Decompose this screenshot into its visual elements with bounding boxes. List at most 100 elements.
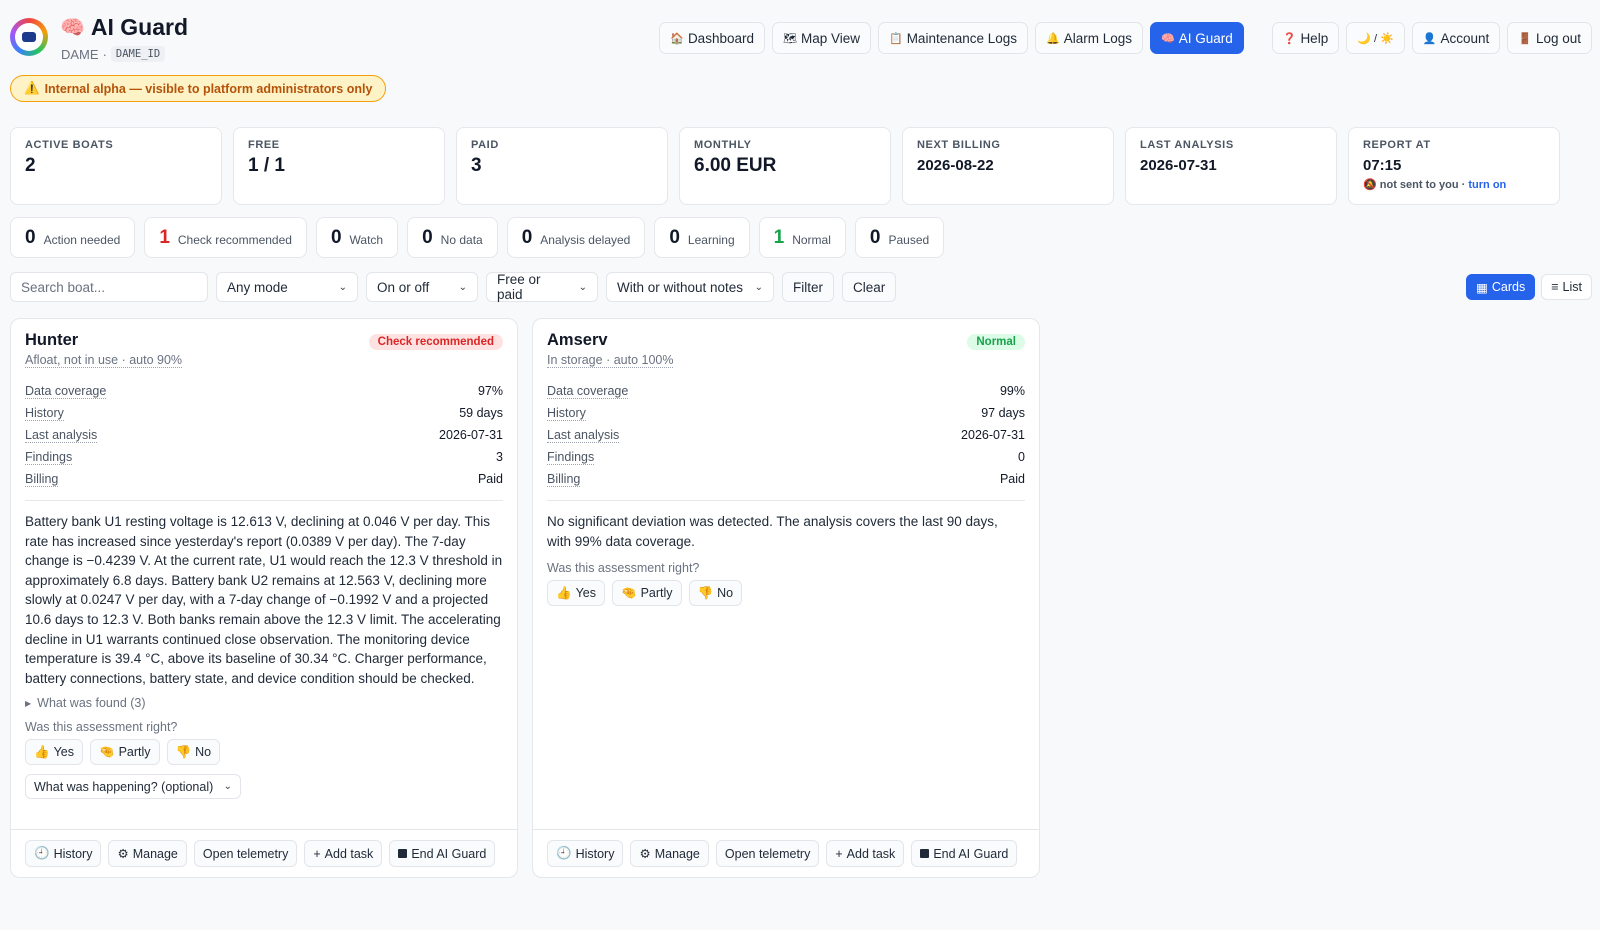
nav-alarm-logs[interactable]: 🔔 Alarm Logs [1035, 22, 1143, 54]
stat-value: 2 [25, 155, 36, 176]
cards-view-button[interactable]: ▦ Cards [1466, 274, 1536, 300]
account-button[interactable]: 👤 Account [1411, 22, 1501, 54]
nav-map-view[interactable]: 🗺 Map View [771, 22, 871, 54]
feedback-yes-button[interactable]: 👍 Yes [25, 739, 83, 766]
add-task-button[interactable]: + Add task [826, 840, 905, 867]
stop-icon [398, 849, 408, 858]
turn-on-link[interactable]: turn on [1468, 179, 1506, 191]
help-button[interactable]: ❓ Help [1271, 22, 1340, 54]
status-count: 0 [669, 226, 680, 248]
analysis-text: Battery bank U1 resting voltage is 12.61… [25, 514, 503, 686]
list-view-button[interactable]: ≡ List [1541, 274, 1592, 300]
stat-value: 1 / 1 [248, 155, 285, 176]
report-note-text: not sent to you · [1379, 179, 1466, 191]
nav-label: Alarm Logs [1063, 30, 1132, 46]
gear-icon: ⚙ [639, 847, 651, 861]
stat-label: Last analysis [1140, 139, 1234, 151]
feedback-no-button[interactable]: 👎 No [688, 580, 743, 607]
divider [547, 500, 1025, 501]
help-icon: ❓ [1282, 32, 1297, 45]
logout-button[interactable]: 🚪 Log out [1507, 22, 1592, 54]
add-task-button[interactable]: + Add task [304, 840, 383, 867]
feedback-partly-button[interactable]: 🤏 Partly [89, 739, 160, 766]
account-label: Account [1440, 30, 1490, 46]
feedback-yes-button[interactable]: 👍 Yes [547, 580, 605, 607]
boat-name: Hunter [25, 331, 79, 349]
history-button[interactable]: 🕘 History [25, 840, 102, 867]
status-label: Watch [349, 232, 384, 247]
boat-mode[interactable]: In storage · auto 100% [547, 353, 674, 368]
status-paused[interactable]: 0 Paused [854, 217, 945, 258]
feedback-buttons: 👍 Yes 🤏 Partly 👎 No [547, 580, 1025, 607]
add-task-label: Add task [324, 846, 374, 861]
status-no-data[interactable]: 0 No data [407, 217, 498, 258]
status-count: 0 [521, 226, 533, 248]
billing-select[interactable]: Free or paid ⌄ [486, 272, 598, 302]
status-normal[interactable]: 1 Normal [758, 217, 846, 258]
metric-value: 99% [999, 384, 1025, 398]
metric-value: 2026-07-31 [961, 428, 1025, 442]
status-analysis-delayed[interactable]: 0 Analysis delayed [506, 217, 646, 258]
stat-label: Next billing [917, 139, 1001, 151]
search-input[interactable] [10, 272, 208, 302]
metric-value: 0 [1018, 450, 1025, 464]
org-name: DAME [61, 46, 99, 62]
metric-label: Data coverage [25, 383, 107, 399]
help-label: Help [1300, 30, 1329, 46]
status-count: 0 [330, 226, 342, 248]
end-ai-guard-button[interactable]: End AI Guard [911, 840, 1018, 867]
brain-icon: 🧠 [1161, 32, 1175, 45]
open-telemetry-button[interactable]: Open telemetry [193, 840, 298, 867]
history-label: History [575, 846, 615, 861]
chevron-down-icon: ⌄ [754, 281, 763, 293]
stats-row: Active boats 2 Free 1 / 1 Paid 3 Monthly… [10, 127, 1560, 205]
boat-mode[interactable]: Afloat, not in use · auto 90% [25, 353, 183, 368]
nav-ai-guard[interactable]: 🧠 AI Guard [1150, 22, 1244, 54]
feedback-buttons: 👍 Yes 🤏 Partly 👎 No [25, 739, 503, 766]
org-line: DAME · DAME_ID [61, 46, 166, 62]
thumbs-down-icon: 👎 [175, 744, 192, 759]
brain-icon: 🧠 [60, 17, 85, 39]
stat-paid: Paid 3 [456, 127, 668, 205]
manage-label: Manage [132, 846, 178, 861]
status-badge: Check recommended [368, 334, 503, 350]
status-label: Normal [792, 232, 831, 247]
status-watch[interactable]: 0 Watch [315, 217, 399, 258]
theme-toggle-icon: 🌙 / ☀️ [1357, 32, 1394, 45]
status-count: 1 [159, 226, 170, 248]
status-check-recommended[interactable]: 1 Check recommended [144, 217, 307, 258]
chevron-down-icon: ⌄ [223, 781, 232, 793]
nav-maintenance-logs[interactable]: 📋 Maintenance Logs [877, 22, 1029, 54]
clear-button[interactable]: Clear [842, 272, 897, 302]
boat-card-amserv: Amserv Normal In storage · auto 100% Dat… [532, 318, 1040, 878]
manage-button[interactable]: ⚙ Manage [108, 840, 187, 867]
what-happening-select[interactable]: What was happening? (optional) ⌄ [25, 774, 241, 800]
findings-toggle[interactable]: ▶ What was found (3) [25, 696, 503, 710]
nav-dashboard[interactable]: 🏠 Dashboard [659, 22, 765, 54]
feedback-label: No [717, 586, 734, 601]
bell-off-icon: 🔕 [1363, 179, 1377, 191]
theme-toggle-button[interactable]: 🌙 / ☀️ [1346, 22, 1405, 54]
stat-next-billing: Next billing 2026-08-22 [902, 127, 1114, 205]
filter-bar: Any mode ⌄ On or off ⌄ Free or paid ⌄ Wi… [10, 272, 897, 302]
manage-button[interactable]: ⚙ Manage [630, 840, 709, 867]
status-action-needed[interactable]: 0 Action needed [10, 217, 136, 258]
metric-row: Last analysis 2026-07-31 [547, 424, 1025, 446]
stat-last-analysis: Last analysis 2026-07-31 [1125, 127, 1337, 205]
end-ai-guard-button[interactable]: End AI Guard [389, 840, 496, 867]
feedback-no-button[interactable]: 👎 No [166, 739, 221, 766]
metric-label: Findings [25, 449, 73, 465]
feedback-partly-button[interactable]: 🤏 Partly [611, 580, 682, 607]
manage-label: Manage [654, 846, 700, 861]
filter-button[interactable]: Filter [782, 272, 834, 302]
feedback-label: No [195, 745, 212, 760]
status-learning[interactable]: 0 Learning [654, 217, 750, 258]
state-select[interactable]: On or off ⌄ [366, 272, 478, 302]
mode-select[interactable]: Any mode ⌄ [216, 272, 358, 302]
history-button[interactable]: 🕘 History [547, 840, 624, 867]
notes-filter-select[interactable]: With or without notes ⌄ [606, 272, 774, 302]
end-ai-guard-label: End AI Guard [411, 846, 487, 861]
open-telemetry-button[interactable]: Open telemetry [715, 840, 820, 867]
thumbs-up-icon: 👍 [34, 744, 50, 759]
stat-label: Active boats [25, 139, 114, 151]
